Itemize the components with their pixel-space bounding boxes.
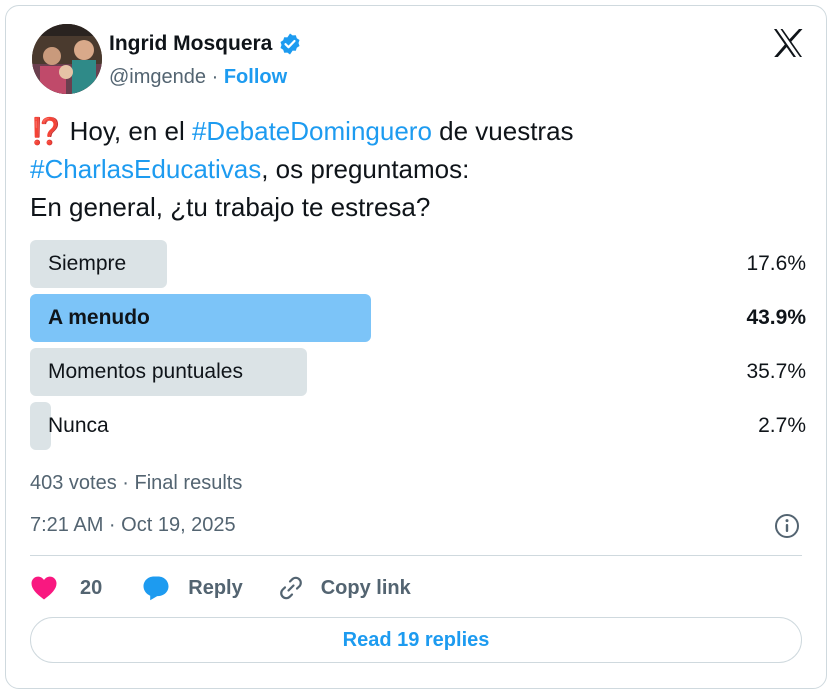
poll-option: Siempre 17.6% — [30, 240, 806, 288]
tweet-line-2: #CharlasEducativas, os preguntamos: — [30, 150, 810, 188]
poll-option-percent: 2.7% — [758, 414, 806, 437]
poll-option-label: Nunca — [48, 414, 109, 437]
heart-icon — [30, 575, 58, 601]
tweet-line-1: ⁉️ Hoy, en el #DebateDominguero de vuest… — [30, 112, 810, 150]
poll-summary: 403 votes · Final results — [30, 472, 243, 494]
tweet-timestamp[interactable]: 7:21 AM · Oct 19, 2025 — [30, 514, 236, 537]
author-name[interactable]: Ingrid Mosquera — [109, 32, 272, 56]
poll-option: Nunca 2.7% — [30, 402, 806, 450]
link-icon — [277, 574, 305, 602]
handle-separator: · — [211, 66, 219, 88]
action-bar: 20 Reply Copy link — [30, 568, 411, 608]
reply-button[interactable]: Reply — [142, 575, 243, 601]
poll-option-percent: 43.9% — [746, 306, 806, 329]
info-icon[interactable] — [773, 512, 801, 540]
exclamation-question-icon: ⁉️ — [30, 116, 63, 146]
x-logo-icon[interactable] — [772, 28, 804, 58]
speech-bubble-icon — [142, 575, 170, 601]
poll-option-label: Siempre — [48, 252, 127, 275]
poll-option-label: A menudo — [48, 306, 150, 329]
author-handle[interactable]: @imgende — [109, 66, 206, 88]
author-handle-row: @imgende · Follow — [109, 66, 287, 89]
poll-option-percent: 35.7% — [746, 360, 806, 383]
tweet-text-part: de vuestras — [431, 116, 574, 146]
author-name-row: Ingrid Mosquera — [109, 32, 302, 56]
avatar[interactable] — [32, 24, 102, 94]
poll-option: Momentos puntuales 35.7% — [30, 348, 806, 396]
reply-label: Reply — [188, 576, 243, 599]
divider — [30, 555, 802, 556]
like-button[interactable]: 20 — [30, 575, 102, 601]
tweet-card: Ingrid Mosquera @imgende · Follow ⁉️ Hoy… — [5, 5, 827, 689]
tweet-line-3: En general, ¿tu trabajo te estresa? — [30, 192, 431, 222]
tweet-text-part: Hoy, en el — [62, 116, 192, 146]
follow-button[interactable]: Follow — [224, 66, 287, 88]
poll-option-percent: 17.6% — [746, 252, 806, 275]
like-count: 20 — [80, 576, 103, 599]
poll-option: A menudo 43.9% — [30, 294, 806, 342]
avatar-photo — [32, 24, 102, 94]
verified-badge-icon — [278, 32, 302, 56]
copy-link-button[interactable]: Copy link — [277, 574, 411, 602]
poll-option-label: Momentos puntuales — [48, 360, 243, 383]
copy-link-label: Copy link — [320, 576, 411, 599]
hashtag-charlas-educativas[interactable]: #CharlasEducativas — [30, 154, 261, 184]
read-replies-button[interactable]: Read 19 replies — [30, 617, 802, 663]
tweet-text: ⁉️ Hoy, en el #DebateDominguero de vuest… — [30, 112, 810, 226]
hashtag-debate-dominguero[interactable]: #DebateDominguero — [192, 116, 432, 146]
tweet-text-part: , os preguntamos: — [261, 154, 470, 184]
